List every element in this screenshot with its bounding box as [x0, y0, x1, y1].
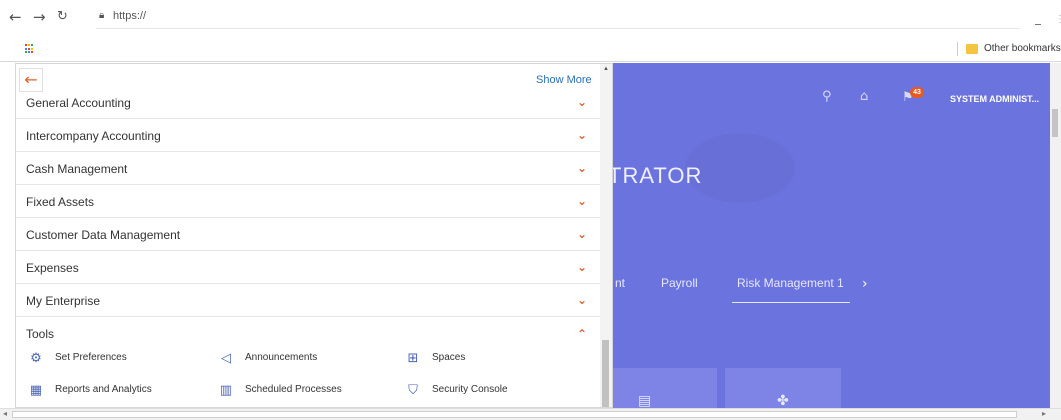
shield-icon: ⛉: [408, 382, 418, 398]
horizontal-scrollbar[interactable]: ◂ ▸: [0, 408, 1061, 420]
chevron-down-icon: ⌄: [577, 227, 588, 241]
scroll-up-icon[interactable]: ▲: [603, 66, 609, 72]
category-expenses[interactable]: Expenses ⌄: [16, 252, 600, 284]
document-icon: ▤: [638, 393, 652, 408]
chevron-down-icon: ⌄: [577, 293, 588, 307]
category-intercompany-accounting[interactable]: Intercompany Accounting ⌄: [16, 120, 600, 152]
browser-toolbar: ← → ↻ 🔒︎ https:// ⋮: [0, 0, 1061, 34]
app-content: ⚲ ⌂ ⚑ 43 SYSTEM ADMINIST... TRATOR nt Pa…: [590, 63, 1061, 408]
category-label: My Enterprise: [26, 294, 101, 308]
category-general-accounting[interactable]: General Accounting ⌄: [16, 87, 600, 119]
category-tools[interactable]: Tools ⌃: [16, 318, 600, 350]
apps-grid-icon[interactable]: [25, 44, 35, 54]
tab-risk-management[interactable]: Risk Management 1: [737, 276, 844, 290]
window-menu-icon[interactable]: ⋮: [1055, 14, 1061, 26]
vertical-scrollbar-thumb[interactable]: [1052, 109, 1058, 137]
page-title: TRATOR: [608, 163, 703, 188]
calendar-icon: ▥: [219, 382, 233, 398]
app-tile[interactable]: ✤: [725, 368, 841, 408]
reports-icon: ▦: [29, 382, 43, 398]
chevron-down-icon: ⌄: [577, 128, 588, 142]
chevron-down-icon: ⌄: [577, 260, 588, 274]
folder-icon: [966, 44, 978, 54]
category-label: Expenses: [26, 261, 79, 275]
show-more-link[interactable]: Show More: [536, 74, 592, 86]
category-label: Fixed Assets: [26, 195, 95, 209]
leaf-icon: ✤: [777, 393, 789, 408]
category-customer-data-management[interactable]: Customer Data Management ⌄: [16, 219, 600, 251]
chevron-down-icon: ⌄: [577, 161, 588, 175]
minimize-icon[interactable]: [1035, 24, 1041, 25]
back-arrow-icon[interactable]: ←: [9, 9, 22, 25]
tab-active-indicator: [732, 302, 850, 303]
category-my-enterprise[interactable]: My Enterprise ⌄: [16, 285, 600, 317]
tool-label: Security Console: [432, 384, 508, 395]
chevron-down-icon: ⌄: [577, 194, 588, 208]
home-icon[interactable]: ⌂: [860, 89, 868, 104]
chevron-right-icon[interactable]: ›: [862, 276, 868, 292]
user-menu[interactable]: SYSTEM ADMINIST...: [950, 94, 1039, 104]
app-tabs: nt Payroll Risk Management 1 ›: [590, 273, 1061, 303]
category-label: General Accounting: [26, 96, 131, 110]
panel-scrollbar[interactable]: ▲: [600, 64, 612, 407]
chevron-down-icon: ⌄: [577, 95, 588, 109]
scroll-left-icon[interactable]: ◂: [3, 409, 7, 418]
tab-payroll[interactable]: Payroll: [661, 276, 698, 290]
tool-label: Set Preferences: [55, 352, 127, 363]
address-bar[interactable]: 🔒︎ https://: [96, 5, 1020, 29]
tool-label: Spaces: [432, 352, 466, 363]
other-bookmarks-link[interactable]: Other bookmarks: [984, 43, 1061, 54]
spaces-icon: ⊞: [407, 350, 419, 366]
reload-icon[interactable]: ↻: [57, 9, 68, 25]
horizontal-scrollbar-thumb[interactable]: [12, 411, 1017, 418]
lock-icon: 🔒︎: [99, 10, 105, 21]
preferences-icon: ⚙: [30, 350, 42, 366]
tool-label: Scheduled Processes: [245, 384, 342, 395]
browser-chrome: ← → ↻ 🔒︎ https:// ⋮ Other bookmarks: [0, 0, 1061, 62]
vertical-scrollbar[interactable]: [1050, 63, 1061, 408]
panel-scrollbar-thumb[interactable]: [602, 340, 609, 407]
category-fixed-assets[interactable]: Fixed Assets ⌄: [16, 186, 600, 218]
tool-label: Reports and Analytics: [55, 384, 152, 395]
category-label: Tools: [26, 327, 55, 341]
category-label: Customer Data Management: [26, 228, 181, 242]
category-cash-management[interactable]: Cash Management ⌄: [16, 153, 600, 185]
navigator-panel: ← Show More General Accounting ⌄ Interco…: [15, 63, 613, 408]
tool-label: Announcements: [245, 352, 318, 363]
notification-badge: 43: [910, 87, 924, 98]
megaphone-icon: ◁: [221, 350, 231, 366]
url-text: https://: [113, 10, 147, 22]
category-label: Intercompany Accounting: [26, 129, 161, 143]
forward-arrow-icon[interactable]: →: [33, 9, 46, 25]
scroll-right-icon[interactable]: ▸: [1042, 409, 1046, 418]
bookmarks-bar: Other bookmarks: [0, 38, 1061, 60]
tab-partial[interactable]: nt: [615, 276, 625, 290]
search-icon[interactable]: ⚲: [822, 89, 832, 104]
category-label: Cash Management: [26, 162, 128, 176]
chevron-up-icon: ⌃: [577, 327, 588, 341]
bookmarks-separator: [957, 42, 958, 56]
